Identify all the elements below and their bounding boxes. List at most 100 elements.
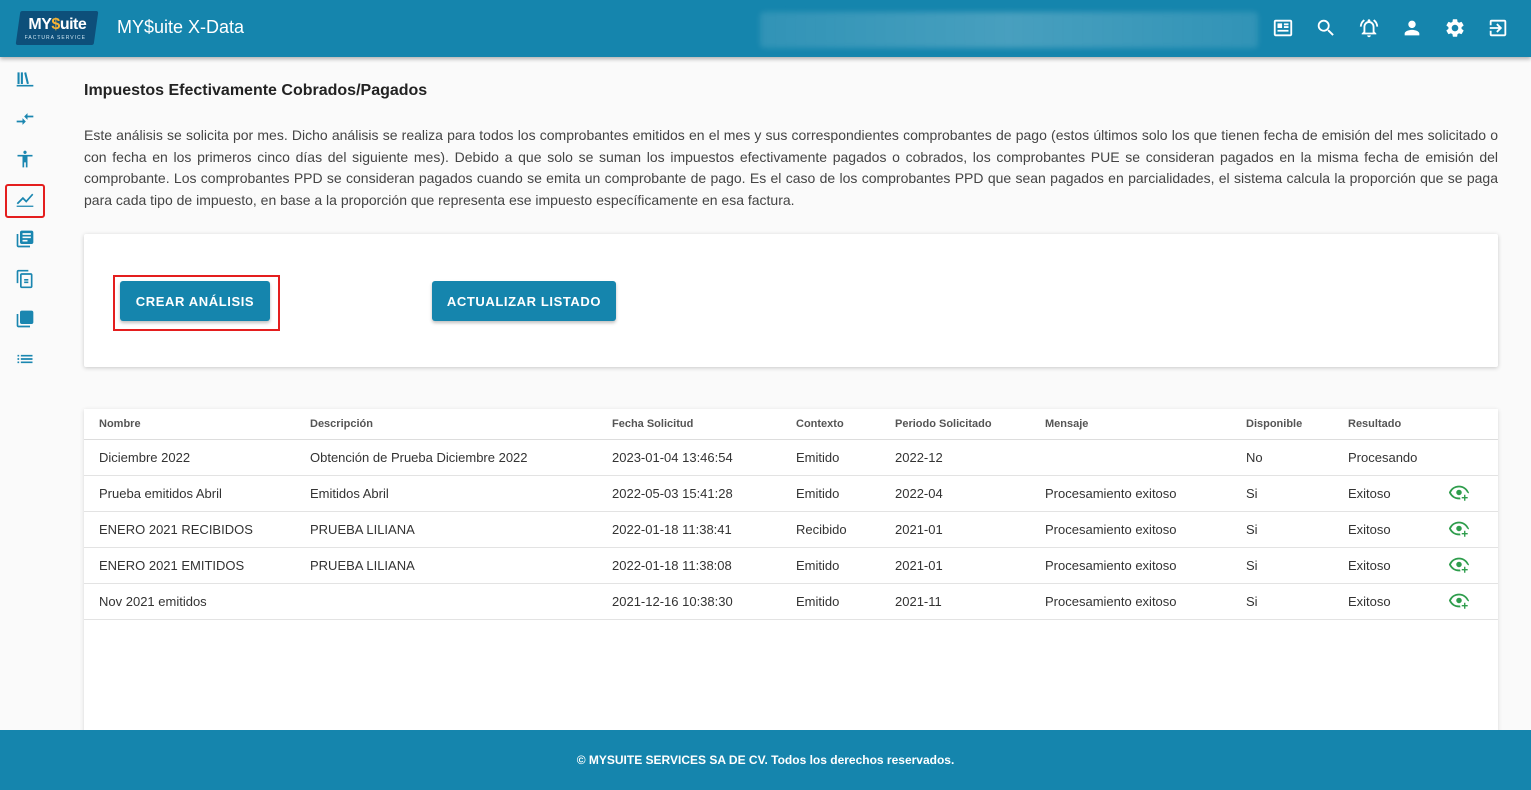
cell-periodo: 2021-01 xyxy=(895,547,1045,584)
sidebar-item-transfer[interactable] xyxy=(6,105,44,137)
header-disponible[interactable]: Disponible xyxy=(1246,409,1348,440)
cell-contexto: Emitido xyxy=(796,475,895,512)
cell-resultado: Exitoso xyxy=(1348,511,1448,548)
cell-resultado: Exitoso xyxy=(1348,547,1448,584)
footer: © MYSUITE SERVICES SA DE CV. Todos los d… xyxy=(0,730,1531,790)
cell-periodo: 2021-01 xyxy=(895,511,1045,548)
cell-descripcion: PRUEBA LILIANA xyxy=(310,547,612,584)
list-icon xyxy=(15,349,35,374)
header-fecha-solicitud[interactable]: Fecha Solicitud xyxy=(612,409,796,440)
sidebar-item-accessibility[interactable] xyxy=(6,145,44,177)
mysuite-logo[interactable]: MY$uite FACTURA SERVICE xyxy=(15,11,99,45)
cell-fecha: 2021-12-16 10:38:30 xyxy=(612,583,796,620)
sidebar-item-analytics[interactable] xyxy=(5,184,45,218)
cell-disponible: Si xyxy=(1246,547,1348,584)
cell-periodo: 2021-11 xyxy=(895,583,1045,620)
copy-icon xyxy=(15,269,35,294)
cell-descripcion: PRUEBA LILIANA xyxy=(310,511,612,548)
page-title: Impuestos Efectivamente Cobrados/Pagados xyxy=(84,82,428,99)
table-row[interactable]: Prueba emitidos Abril Emitidos Abril 202… xyxy=(84,475,1498,512)
cell-periodo: 2022-12 xyxy=(895,439,1045,476)
cell-disponible: Si xyxy=(1246,475,1348,512)
sidebar-item-list[interactable] xyxy=(6,345,44,377)
cell-disponible: No xyxy=(1246,439,1348,476)
cell-contexto: Emitido xyxy=(796,583,895,620)
search-icon[interactable] xyxy=(1304,14,1347,42)
cell-mensaje: Procesamiento exitoso xyxy=(1045,511,1246,548)
cell-disponible: Si xyxy=(1246,511,1348,548)
header-nombre[interactable]: Nombre xyxy=(84,409,310,440)
compare-arrows-icon xyxy=(15,109,35,134)
cell-nombre: ENERO 2021 EMITIDOS xyxy=(84,547,310,584)
cell-nombre: Nov 2021 emitidos xyxy=(84,583,310,620)
sidebar-item-copy[interactable] xyxy=(6,265,44,297)
logout-icon[interactable] xyxy=(1476,14,1519,42)
cell-nombre: Prueba emitidos Abril xyxy=(84,475,310,512)
cell-nombre: ENERO 2021 RECIBIDOS xyxy=(84,511,310,548)
cell-contexto: Emitido xyxy=(796,547,895,584)
header-contexto[interactable]: Contexto xyxy=(796,409,895,440)
library-icon xyxy=(15,69,35,94)
cell-mensaje: Procesamiento exitoso xyxy=(1045,583,1246,620)
refresh-list-button[interactable]: ACTUALIZAR LISTADO xyxy=(432,281,616,321)
chart-line-icon xyxy=(15,189,35,214)
header-periodo[interactable]: Periodo Solicitado xyxy=(895,409,1045,440)
cell-mensaje: Procesamiento exitoso xyxy=(1045,547,1246,584)
view-add-icon[interactable] xyxy=(1448,553,1470,575)
library-books-icon xyxy=(15,309,35,334)
cell-actions xyxy=(1448,583,1498,620)
view-add-icon[interactable] xyxy=(1448,481,1470,503)
view-add-icon[interactable] xyxy=(1448,517,1470,539)
header-resultado[interactable]: Resultado xyxy=(1348,409,1448,440)
cell-actions xyxy=(1448,511,1498,548)
table-row[interactable]: ENERO 2021 RECIBIDOS PRUEBA LILIANA 2022… xyxy=(84,511,1498,548)
cell-fecha: 2023-01-04 13:46:54 xyxy=(612,439,796,476)
actions-card: CREAR ANÁLISIS ACTUALIZAR LISTADO xyxy=(84,234,1498,367)
cell-resultado: Exitoso xyxy=(1348,475,1448,512)
analysis-table-card: Nombre Descripción Fecha Solicitud Conte… xyxy=(84,409,1498,739)
cell-mensaje: Procesamiento exitoso xyxy=(1045,475,1246,512)
table-header-row: Nombre Descripción Fecha Solicitud Conte… xyxy=(84,409,1498,440)
accessibility-icon xyxy=(15,149,35,174)
page-description: Este análisis se solicita por mes. Dicho… xyxy=(84,127,1498,208)
table-row[interactable]: Diciembre 2022 Obtención de Prueba Dicie… xyxy=(84,439,1498,476)
footer-copyright: © MYSUITE SERVICES SA DE CV. Todos los d… xyxy=(576,753,955,767)
cell-disponible: Si xyxy=(1246,583,1348,620)
top-actions xyxy=(1261,14,1519,42)
blurred-user-info xyxy=(760,12,1258,48)
document-list-icon xyxy=(15,229,35,254)
cell-actions xyxy=(1448,475,1498,512)
top-app-bar: MY$uite FACTURA SERVICE MY$uite X-Data xyxy=(0,0,1531,57)
cell-periodo: 2022-04 xyxy=(895,475,1045,512)
header-descripcion[interactable]: Descripción xyxy=(310,409,612,440)
cell-actions xyxy=(1448,547,1498,584)
cell-resultado: Procesando xyxy=(1348,439,1448,476)
cell-descripcion: Obtención de Prueba Diciembre 2022 xyxy=(310,439,612,476)
alarm-icon[interactable] xyxy=(1347,14,1390,42)
cell-descripcion xyxy=(310,583,612,620)
cell-fecha: 2022-05-03 15:41:28 xyxy=(612,475,796,512)
sidebar xyxy=(0,57,48,730)
cell-actions xyxy=(1448,439,1498,476)
news-icon[interactable] xyxy=(1261,14,1304,42)
settings-icon[interactable] xyxy=(1433,14,1476,42)
sidebar-item-library[interactable] xyxy=(6,65,44,97)
header-mensaje[interactable]: Mensaje xyxy=(1045,409,1246,440)
table-row[interactable]: Nov 2021 emitidos 2021-12-16 10:38:30 Em… xyxy=(84,583,1498,620)
cell-fecha: 2022-01-18 11:38:41 xyxy=(612,511,796,548)
cell-resultado: Exitoso xyxy=(1348,583,1448,620)
table-row[interactable]: ENERO 2021 EMITIDOS PRUEBA LILIANA 2022-… xyxy=(84,547,1498,584)
sidebar-item-collections[interactable] xyxy=(6,305,44,337)
view-add-icon[interactable] xyxy=(1448,589,1470,611)
cell-fecha: 2022-01-18 11:38:08 xyxy=(612,547,796,584)
create-analysis-button[interactable]: CREAR ANÁLISIS xyxy=(120,281,270,321)
sidebar-item-documents[interactable] xyxy=(6,225,44,257)
cell-nombre: Diciembre 2022 xyxy=(84,439,310,476)
cell-descripcion: Emitidos Abril xyxy=(310,475,612,512)
analysis-table: Nombre Descripción Fecha Solicitud Conte… xyxy=(84,409,1498,620)
cell-contexto: Recibido xyxy=(796,511,895,548)
cell-contexto: Emitido xyxy=(796,439,895,476)
app-title: MY$uite X-Data xyxy=(117,17,245,37)
user-icon[interactable] xyxy=(1390,14,1433,42)
header-actions xyxy=(1448,409,1498,440)
